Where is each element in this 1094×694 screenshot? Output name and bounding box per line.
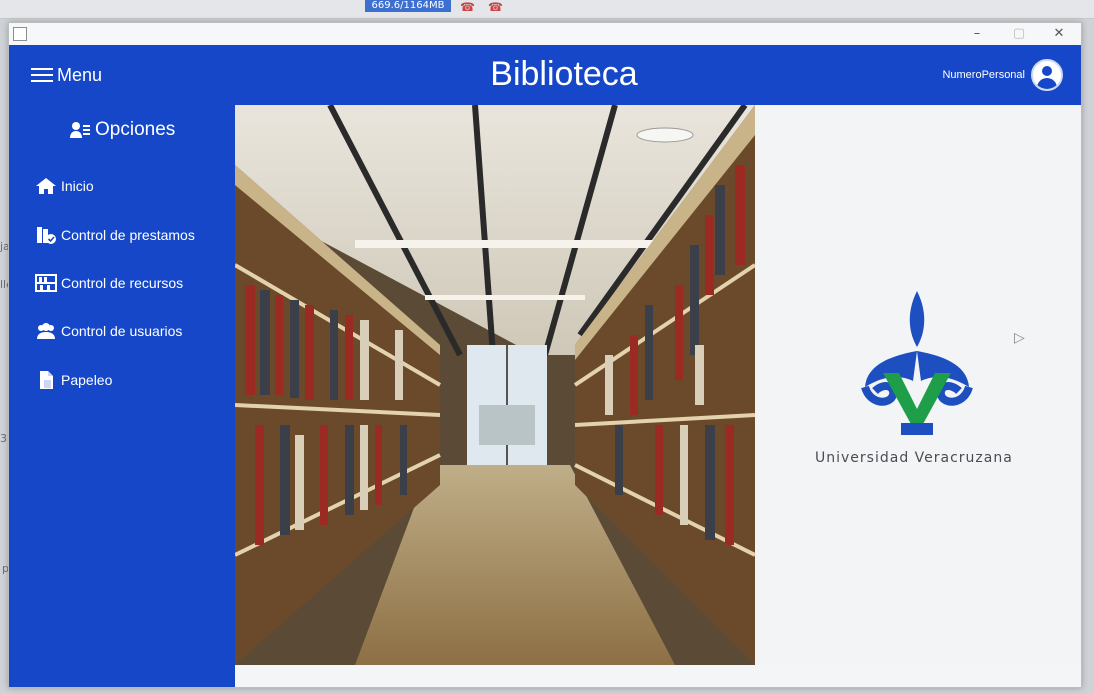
users-icon (35, 321, 57, 341)
menu-label: Menu (57, 64, 103, 85)
sidebar-heading: Opciones (69, 115, 175, 145)
user-list-icon (69, 120, 91, 140)
user-label: NumeroPersonal (942, 69, 1025, 81)
sidebar-item-inicio[interactable]: Inicio (35, 173, 94, 199)
app-window: – ▢ ✕ Menu Biblioteca NumeroPersonal Opc… (8, 22, 1082, 688)
window-icon (13, 27, 27, 41)
desktop-taskbar-strip: 669.6/1164MB ☎ ☎ (0, 0, 1094, 19)
home-icon (35, 176, 57, 196)
book-check-icon (35, 225, 57, 245)
memory-indicator: 669.6/1164MB (365, 0, 451, 12)
sidebar-item-papeleo[interactable]: Papeleo (35, 367, 112, 393)
app-header: Menu Biblioteca NumeroPersonal (9, 45, 1081, 105)
university-name: Universidad Veracruzana (815, 450, 1013, 466)
document-icon (35, 370, 57, 390)
university-logo-icon (861, 291, 973, 435)
sidebar-item-control-de-usuarios[interactable]: Control de usuarios (35, 318, 182, 344)
sidebar-heading-label: Opciones (95, 119, 176, 140)
user-profile[interactable]: NumeroPersonal (942, 57, 1063, 93)
maximize-button[interactable]: ▢ (999, 23, 1039, 45)
sidebar-item-control-de-prestamos[interactable]: Control de prestamos (35, 222, 195, 248)
sidebar-item-control-de-recursos[interactable]: Control de recursos (35, 270, 183, 296)
minimize-button[interactable]: – (957, 23, 997, 45)
app-title: Biblioteca (490, 55, 638, 93)
library-illustration (235, 105, 755, 665)
mouse-pointer-icon: ▷ (1014, 330, 1025, 346)
close-button[interactable]: ✕ (1039, 23, 1079, 45)
sidebar-item-label: Inicio (61, 178, 94, 194)
sidebar-item-label: Control de usuarios (61, 323, 183, 339)
title-bar: – ▢ ✕ (9, 23, 1081, 45)
phone-icon[interactable]: ☎ (488, 0, 503, 14)
sidebar-item-label: Control de recursos (61, 275, 184, 291)
library-aisle-image (235, 105, 755, 665)
phone-icon[interactable]: ☎ (460, 0, 475, 14)
hamburger-icon (31, 67, 53, 83)
sidebar-item-label: Control de prestamos (61, 227, 195, 243)
sidebar: Opciones Inicio Control de prestamos Con… (9, 105, 235, 687)
shelf-icon (35, 273, 57, 293)
sidebar-item-label: Papeleo (61, 372, 113, 388)
menu-button[interactable]: Menu (31, 57, 102, 93)
main-content: Universidad Veracruzana (235, 105, 1081, 687)
avatar-icon[interactable] (1031, 59, 1063, 91)
logo-panel: Universidad Veracruzana (755, 105, 1081, 665)
